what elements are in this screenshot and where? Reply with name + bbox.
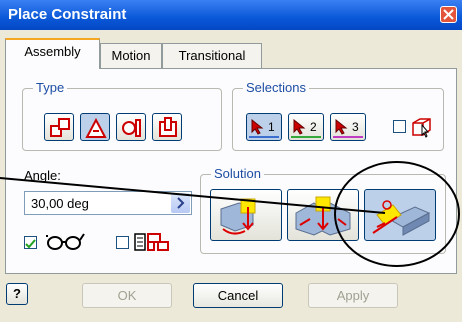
glasses-icon — [46, 233, 85, 250]
tangent-icon — [122, 119, 141, 137]
selection-1-color-bar — [249, 136, 279, 138]
place-constraint-dialog: Place Constraint Assembly Motion Transit… — [0, 0, 462, 322]
selection-3-button[interactable]: 3 — [330, 113, 366, 141]
undirected-angle-button[interactable] — [287, 189, 359, 241]
mate-icon — [50, 118, 70, 137]
title-bar: Place Constraint — [0, 0, 462, 30]
selections-group-label: Selections — [243, 80, 309, 95]
insert-icon — [159, 117, 177, 137]
show-preview-checkbox[interactable] — [24, 236, 37, 249]
help-button[interactable]: ? — [6, 283, 28, 305]
type-group-label: Type — [33, 80, 68, 95]
angle-label: Angle: — [24, 168, 61, 183]
selection-2-button[interactable]: 2 — [288, 113, 324, 141]
selection-1-button[interactable]: 1 — [246, 113, 282, 141]
angle-dropdown-button[interactable] — [171, 193, 190, 213]
undirected-angle-icon — [295, 196, 351, 236]
directed-angle-icon — [220, 198, 256, 235]
insert-constraint-button[interactable] — [152, 113, 182, 141]
directed-angle-button[interactable] — [210, 189, 282, 241]
tab-assembly[interactable]: Assembly — [5, 38, 100, 69]
tab-motion[interactable]: Motion — [100, 43, 162, 68]
predict-offset-checkbox[interactable] — [116, 236, 129, 249]
angle-constraint-button[interactable] — [80, 113, 110, 141]
cursor-arrow-icon — [293, 119, 306, 135]
cancel-button[interactable]: Cancel — [193, 283, 283, 308]
dialog-title: Place Constraint — [8, 6, 127, 23]
selection-2-number: 2 — [310, 120, 317, 134]
tangent-constraint-button[interactable] — [116, 113, 146, 141]
ok-button[interactable]: OK — [82, 283, 172, 308]
angle-icon — [85, 117, 107, 138]
close-icon — [443, 9, 454, 20]
explicit-reference-vector-icon — [372, 200, 431, 236]
solution-group-label: Solution — [211, 166, 264, 181]
selection-3-number: 3 — [352, 120, 359, 134]
mate-constraint-button[interactable] — [44, 113, 74, 141]
selection-3-color-bar — [333, 136, 363, 138]
pick-part-first-checkbox[interactable] — [393, 120, 406, 133]
apply-button[interactable]: Apply — [308, 283, 398, 308]
selection-2-color-bar — [291, 136, 321, 138]
cursor-arrow-icon — [251, 119, 264, 135]
cursor-arrow-icon — [335, 119, 348, 135]
explicit-reference-vector-button[interactable] — [364, 189, 436, 241]
angle-value: 30,00 deg — [31, 196, 89, 211]
tab-transitional[interactable]: Transitional — [162, 43, 262, 68]
pick-part-first-icon — [412, 118, 431, 138]
selection-1-number: 1 — [268, 120, 275, 134]
close-button[interactable] — [440, 6, 457, 23]
predict-offset-icon — [134, 233, 169, 251]
checkmark-icon — [25, 239, 36, 249]
chevron-right-icon — [177, 197, 185, 209]
angle-input[interactable]: 30,00 deg — [24, 191, 192, 215]
